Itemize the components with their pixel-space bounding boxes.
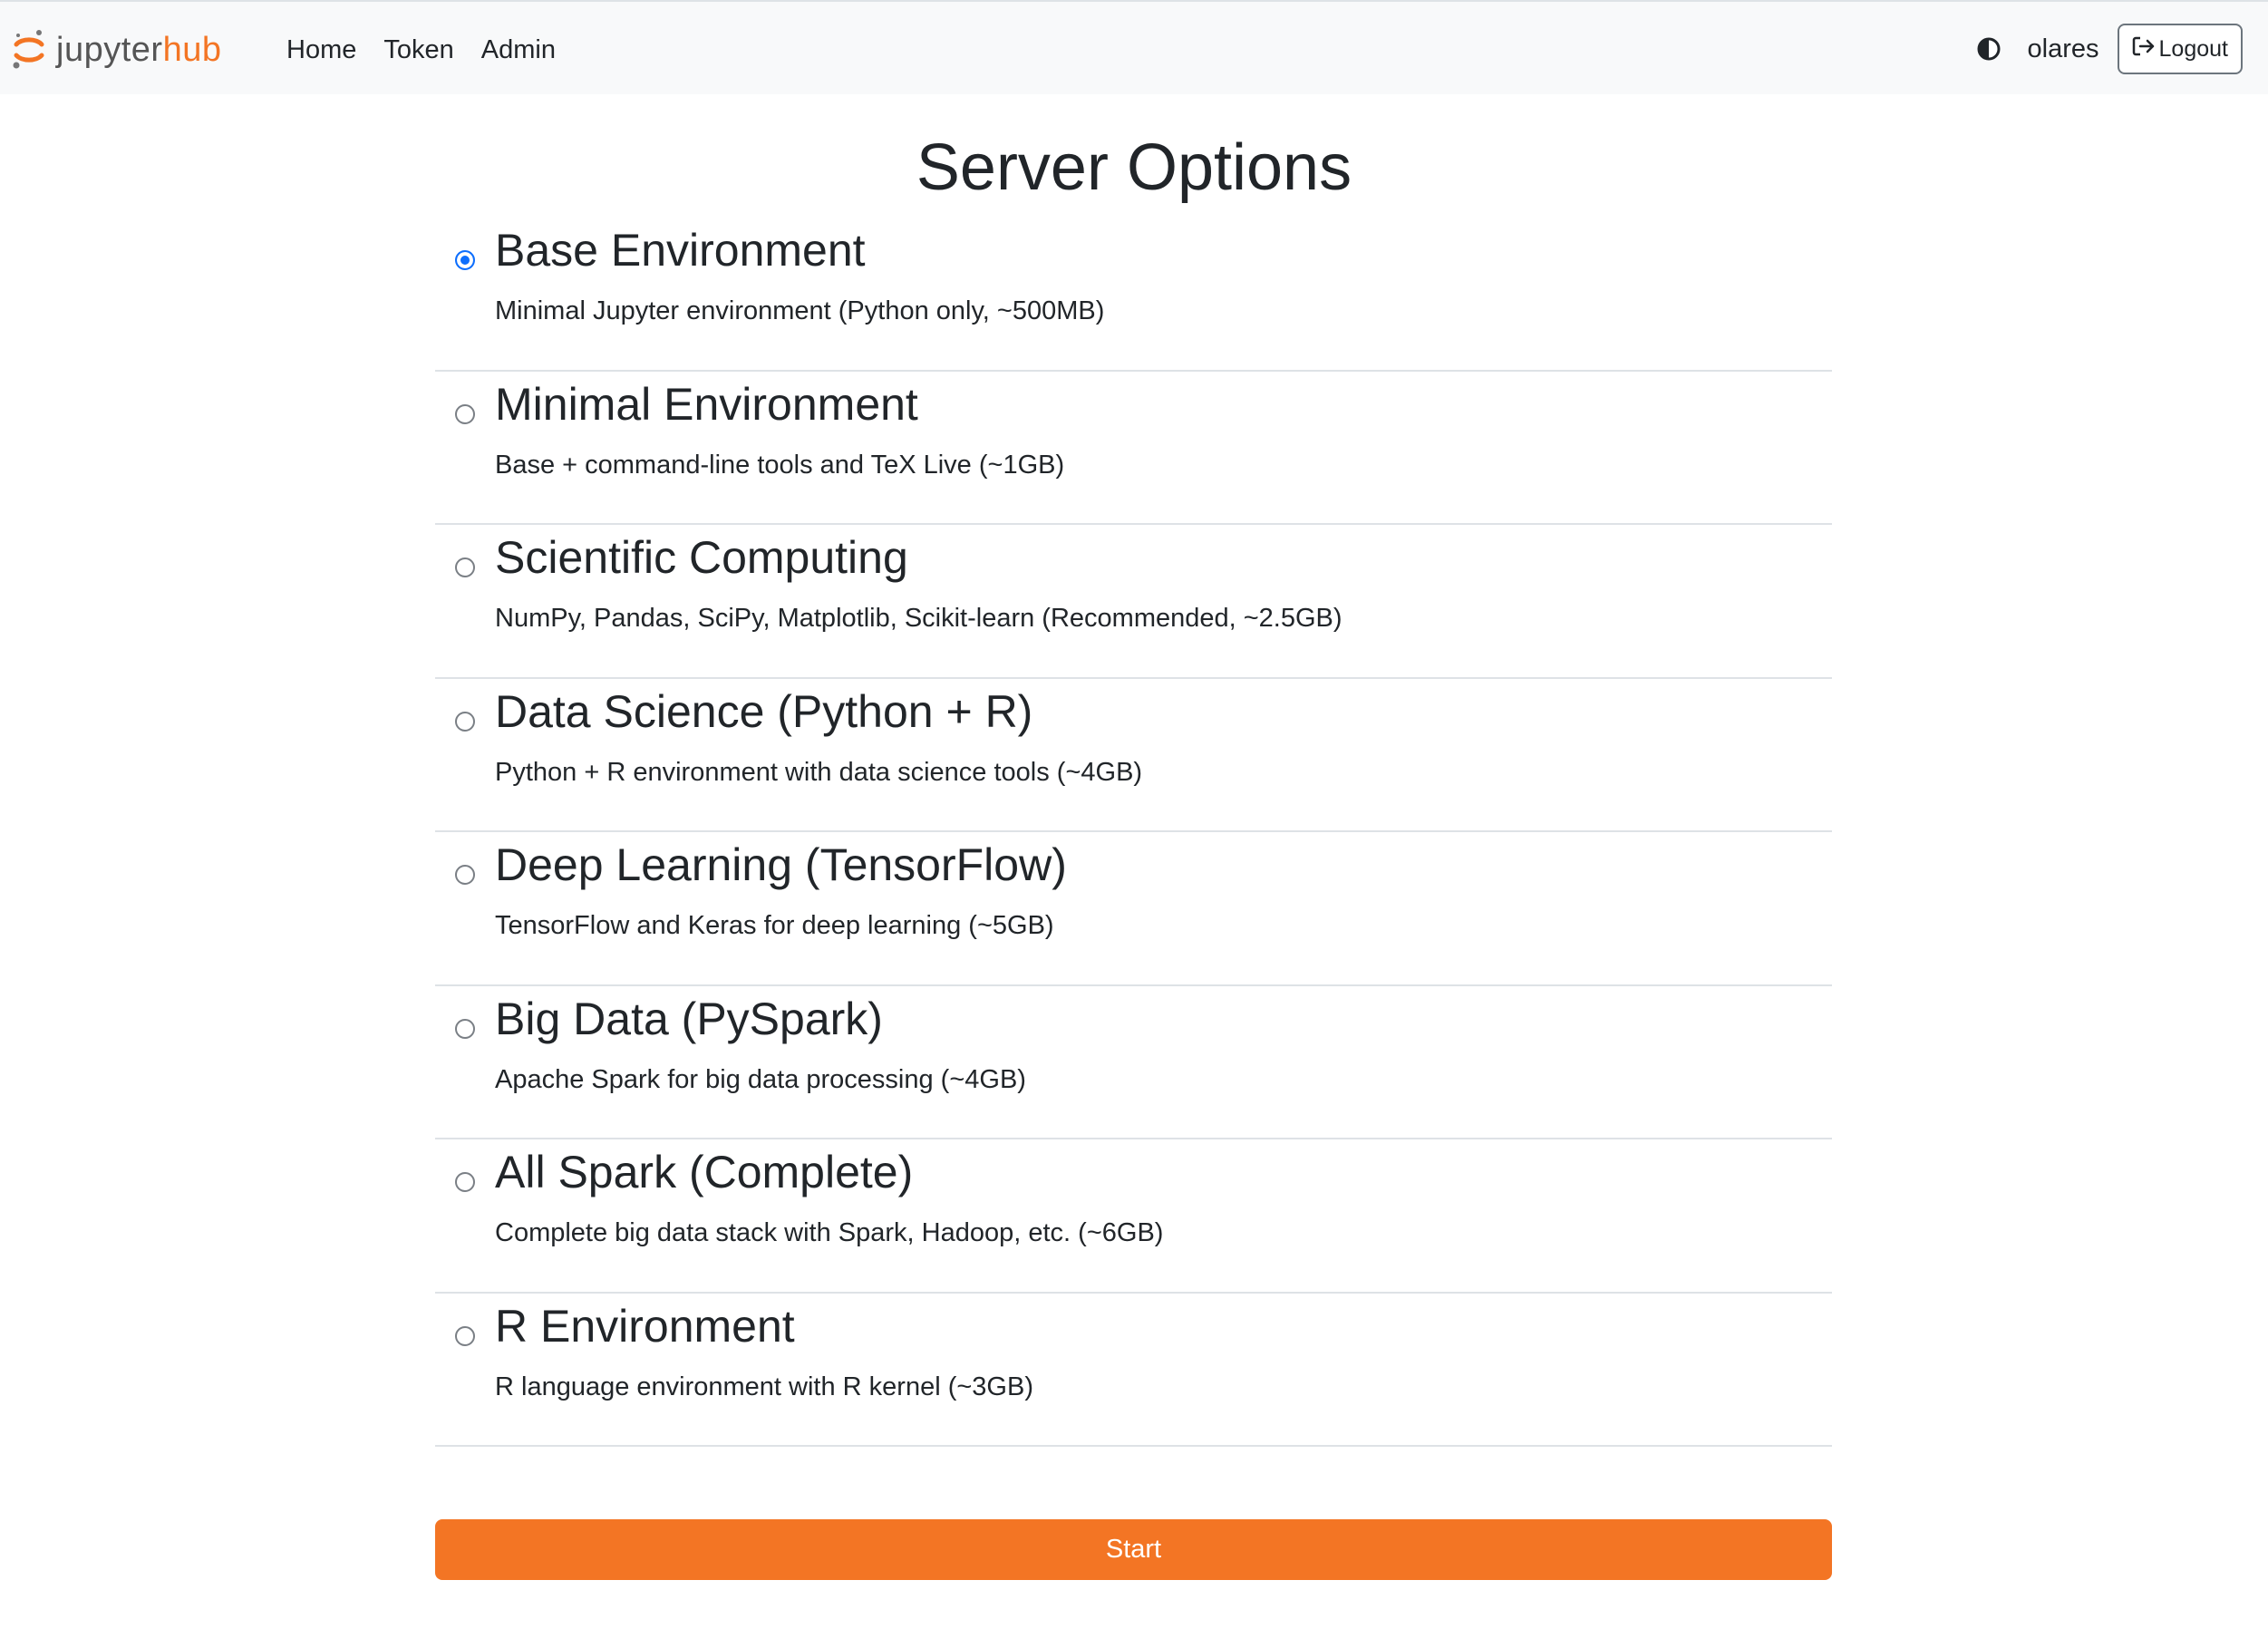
option-radio[interactable] <box>455 557 475 577</box>
brand-name-hub: hub <box>162 31 222 69</box>
option-title: All Spark (Complete) <box>495 1147 914 1197</box>
user-area: olares Logout <box>1977 24 2243 74</box>
option-data-science[interactable]: Data Science (Python + R) Python + R env… <box>435 679 1832 832</box>
option-title: Deep Learning (TensorFlow) <box>495 839 1067 890</box>
sign-out-icon <box>2132 35 2159 63</box>
brand-logo-link[interactable]: jupyterhub <box>11 25 221 74</box>
option-description: Base + command-line tools and TeX Live (… <box>495 450 1065 480</box>
start-button[interactable]: Start <box>435 1519 1832 1580</box>
half-circle-theme-icon[interactable] <box>1977 37 2001 61</box>
username: olares <box>2027 34 2099 63</box>
option-description: NumPy, Pandas, SciPy, Matplotlib, Scikit… <box>495 604 1342 633</box>
option-description: R language environment with R kernel (~3… <box>495 1372 1033 1401</box>
server-options-list: Base Environment Minimal Jupyter environ… <box>435 218 1832 1447</box>
option-scientific-computing[interactable]: Scientific Computing NumPy, Pandas, SciP… <box>435 525 1832 679</box>
brand-name-jupyter: jupyter <box>56 31 163 69</box>
option-base-environment[interactable]: Base Environment Minimal Jupyter environ… <box>435 218 1832 372</box>
option-radio[interactable] <box>455 1172 475 1192</box>
option-deep-learning[interactable]: Deep Learning (TensorFlow) TensorFlow an… <box>435 832 1832 986</box>
nav-admin-link[interactable]: Admin <box>481 29 556 71</box>
option-radio[interactable] <box>455 1018 475 1039</box>
option-description: Apache Spark for big data processing (~4… <box>495 1064 1026 1094</box>
option-title: Scientific Computing <box>495 532 908 583</box>
option-description: Python + R environment with data science… <box>495 757 1143 787</box>
option-title: R Environment <box>495 1300 795 1352</box>
option-description: Complete big data stack with Spark, Hado… <box>495 1218 1164 1247</box>
option-all-spark[interactable]: All Spark (Complete) Complete big data s… <box>435 1139 1832 1294</box>
option-r-environment[interactable]: R Environment R language environment wit… <box>435 1294 1832 1447</box>
option-description: TensorFlow and Keras for deep learning (… <box>495 911 1054 940</box>
option-minimal-environment[interactable]: Minimal Environment Base + command-line … <box>435 372 1832 525</box>
option-big-data[interactable]: Big Data (PySpark) Apache Spark for big … <box>435 986 1832 1139</box>
option-title: Base Environment <box>495 225 866 276</box>
option-title: Minimal Environment <box>495 378 918 430</box>
navbar: jupyterhub Home Token Admin olares Logou… <box>0 0 2268 94</box>
logout-label: Logout <box>2158 35 2228 62</box>
jupyter-logo-icon <box>11 28 47 72</box>
page-title: Server Options <box>916 131 1352 204</box>
option-title: Big Data (PySpark) <box>495 993 883 1044</box>
option-description: Minimal Jupyter environment (Python only… <box>495 296 1105 325</box>
nav-home-link[interactable]: Home <box>286 29 356 71</box>
nav-links: Home Token Admin <box>286 29 583 71</box>
option-radio[interactable] <box>455 865 475 885</box>
option-radio[interactable] <box>455 250 475 270</box>
brand-name: jupyterhub <box>56 33 221 67</box>
logout-button[interactable]: Logout <box>2117 24 2243 74</box>
option-title: Data Science (Python + R) <box>495 685 1033 737</box>
option-radio[interactable] <box>455 711 475 732</box>
nav-token-link[interactable]: Token <box>383 29 453 71</box>
option-radio[interactable] <box>455 1325 475 1346</box>
option-radio[interactable] <box>455 403 475 424</box>
